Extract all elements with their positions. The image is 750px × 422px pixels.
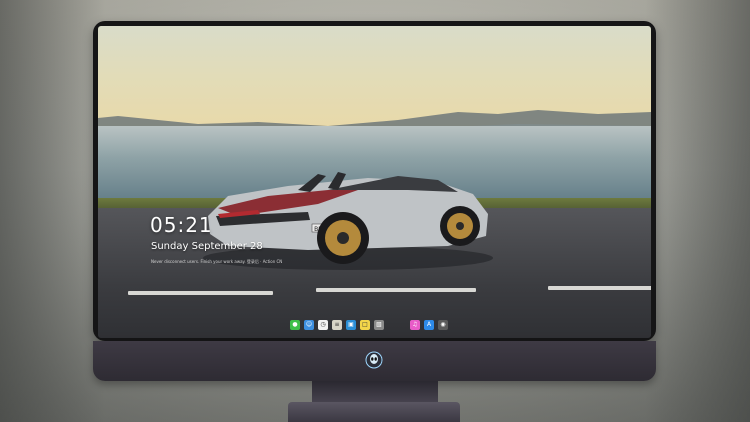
camera-icon[interactable]: ◉ bbox=[438, 320, 448, 330]
lane-marking bbox=[128, 291, 273, 295]
convertible-car-image: BN 1996 bbox=[203, 172, 493, 270]
stickies-icon[interactable]: □ bbox=[360, 320, 370, 330]
finder-icon[interactable]: ☺ bbox=[304, 320, 314, 330]
lock-screen[interactable]: BN 1996 05:21 Sunday September 28 Never … bbox=[98, 26, 651, 338]
messages-icon[interactable]: ● bbox=[290, 320, 300, 330]
monitor-stand bbox=[288, 402, 460, 422]
claquette-icon[interactable]: ▣ bbox=[346, 320, 356, 330]
itunes-icon[interactable]: ♫ bbox=[410, 320, 420, 330]
alienware-logo-icon bbox=[365, 351, 383, 369]
app-store-icon[interactable]: A bbox=[424, 320, 434, 330]
lock-screen-notice: Never disconnect users. Finish your work… bbox=[151, 259, 283, 264]
notes-icon[interactable]: ≡ bbox=[332, 320, 342, 330]
clock-icon[interactable]: ◷ bbox=[318, 320, 328, 330]
photos-icon[interactable]: ▧ bbox=[374, 320, 384, 330]
lane-marking bbox=[316, 288, 476, 292]
dock: ● ☺ ◷ ≡ ▣ □ ▧ ♫ A ◉ bbox=[290, 318, 448, 332]
lock-screen-date: Sunday September 28 bbox=[151, 241, 263, 252]
lane-marking bbox=[548, 286, 651, 290]
lock-screen-time: 05:21 bbox=[150, 213, 213, 237]
monitor-bezel: BN 1996 05:21 Sunday September 28 Never … bbox=[93, 21, 656, 341]
imac-monitor: BN 1996 05:21 Sunday September 28 Never … bbox=[93, 21, 656, 381]
